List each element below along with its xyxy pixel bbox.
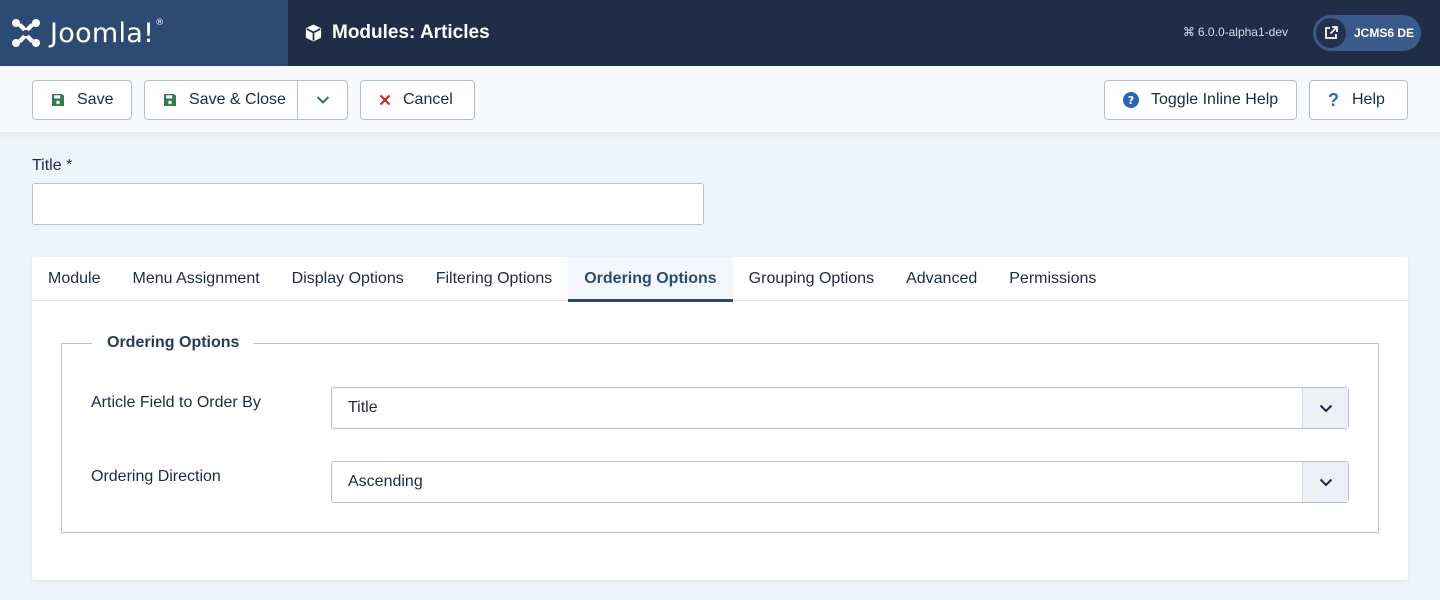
- floppy-disk-icon: [52, 94, 64, 106]
- tab-grouping-options[interactable]: Grouping Options: [733, 257, 890, 301]
- chevron-down-icon: [1302, 462, 1348, 502]
- tab-menu-assignment[interactable]: Menu Assignment: [116, 257, 275, 301]
- save-button[interactable]: Save: [32, 80, 132, 120]
- toggle-help-label: Toggle Inline Help: [1151, 91, 1279, 108]
- toolbar: Save Save & Close Cancel ? Toggle Inline: [0, 66, 1440, 133]
- save-close-label: Save & Close: [189, 91, 286, 108]
- tab-filtering-options[interactable]: Filtering Options: [420, 257, 569, 301]
- help-label: Help: [1352, 91, 1385, 108]
- ordering-options-fieldset: Ordering Options Article Field to Order …: [61, 334, 1379, 533]
- order-by-value: Title: [348, 399, 378, 416]
- joomla-logo-icon: [12, 19, 40, 47]
- fieldset-legend: Ordering Options: [92, 334, 255, 352]
- chevron-down-icon: [1302, 388, 1348, 428]
- external-link-icon: [1316, 18, 1346, 48]
- version-info: ⌘ 6.0.0-alpha1-dev: [1183, 25, 1288, 39]
- module-edit-card: Module Menu Assignment Display Options F…: [32, 257, 1408, 580]
- save-label: Save: [77, 91, 114, 108]
- title-input[interactable]: [32, 183, 704, 225]
- svg-text:?: ?: [1128, 94, 1134, 107]
- save-options-dropdown[interactable]: [298, 81, 347, 119]
- ordering-direction-label: Ordering Direction: [91, 468, 221, 485]
- order-by-label: Article Field to Order By: [91, 394, 261, 411]
- top-header: Joomla!® Modules: Articles ⌘ 6.0.0-alpha…: [0, 0, 1440, 66]
- title-label: Title *: [32, 157, 73, 174]
- chevron-down-icon: [316, 96, 329, 104]
- order-by-select[interactable]: Title: [331, 387, 1349, 429]
- cancel-label: Cancel: [403, 91, 453, 108]
- toggle-inline-help-button[interactable]: ? Toggle Inline Help: [1104, 80, 1297, 120]
- brand[interactable]: Joomla!®: [0, 0, 288, 66]
- ordering-direction-select[interactable]: Ascending: [331, 461, 1349, 503]
- site-name: JCMS6 DE: [1354, 26, 1415, 40]
- tab-display-options[interactable]: Display Options: [276, 257, 420, 301]
- view-site-button[interactable]: JCMS6 DE: [1313, 15, 1421, 51]
- tab-ordering-options[interactable]: Ordering Options: [568, 257, 734, 302]
- help-button[interactable]: ? Help: [1309, 80, 1408, 120]
- brand-name: Joomla!®: [50, 17, 165, 49]
- save-close-group: Save & Close: [144, 80, 348, 120]
- floppy-disk-icon: [164, 94, 176, 106]
- question-icon: ?: [1328, 89, 1339, 110]
- page-heading: Modules: Articles: [304, 22, 490, 44]
- close-icon: [379, 94, 391, 106]
- version-text: 6.0.0-alpha1-dev: [1197, 25, 1288, 39]
- tab-permissions[interactable]: Permissions: [993, 257, 1112, 301]
- cancel-button[interactable]: Cancel: [360, 80, 475, 120]
- question-circle-icon: ?: [1123, 92, 1139, 108]
- save-close-button[interactable]: Save & Close: [145, 81, 299, 119]
- tab-module[interactable]: Module: [32, 257, 116, 301]
- joomla-small-icon: ⌘: [1182, 25, 1195, 39]
- tab-advanced[interactable]: Advanced: [890, 257, 993, 301]
- tab-bar: Module Menu Assignment Display Options F…: [32, 257, 1408, 302]
- ordering-direction-value: Ascending: [348, 473, 423, 490]
- page-title: Modules: Articles: [332, 22, 490, 43]
- cube-icon: [305, 24, 322, 42]
